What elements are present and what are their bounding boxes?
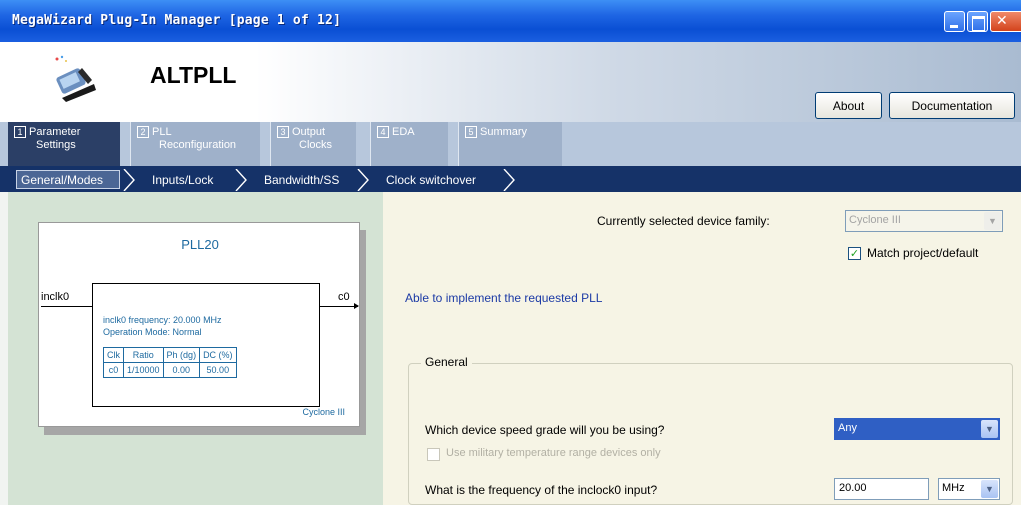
- speed-grade-select[interactable]: Any ▼: [834, 418, 1000, 440]
- wizard-header: ALTPLL About Documentation: [0, 42, 1021, 122]
- tab-sublabel: Reconfiguration: [159, 139, 237, 151]
- frequency-input[interactable]: 20.00: [834, 478, 929, 500]
- status-message: Able to implement the requested PLL: [405, 291, 603, 305]
- tab-number: 3: [277, 126, 289, 138]
- tab-number: 5: [465, 126, 477, 138]
- match-project-label: Match project/default: [867, 246, 979, 260]
- window-title: MegaWizard Plug-In Manager [page 1 of 12…: [12, 13, 342, 28]
- subtab-general-modes[interactable]: General/Modes: [16, 170, 120, 189]
- chevron-right-icon: [357, 169, 369, 191]
- device-family-select[interactable]: Cyclone III ▼: [845, 210, 1003, 232]
- table-header-cell: DC (%): [199, 347, 237, 363]
- chevron-right-icon: [235, 169, 247, 191]
- military-temp-label: Use military temperature range devices o…: [446, 447, 661, 459]
- military-temp-checkbox[interactable]: [427, 448, 440, 461]
- title-bar: MegaWizard Plug-In Manager [page 1 of 12…: [0, 0, 1021, 42]
- table-row: c0 1/10000 0.00 50.00: [103, 362, 237, 378]
- pll-instance-name: PLL20: [181, 237, 219, 252]
- device-family-label: Cyclone III: [302, 407, 345, 417]
- diagram-panel: PLL20 inclk0 c0 inclk0 frequency: 20.000…: [0, 192, 383, 505]
- output-wire: [320, 303, 359, 309]
- chevron-right-icon: [503, 169, 515, 191]
- frequency-question: What is the frequency of the inclock0 in…: [425, 483, 658, 497]
- input-frequency-text: inclk0 frequency: 20.000 MHz: [103, 315, 222, 325]
- tab-output-clocks[interactable]: 3 Output Clocks: [270, 122, 356, 166]
- tab-label: PLL: [152, 126, 172, 138]
- input-port-label: inclk0: [41, 291, 70, 303]
- chevron-down-icon: ▼: [981, 480, 998, 498]
- device-family-prompt: Currently selected device family:: [597, 214, 770, 228]
- tab-eda[interactable]: 4 EDA: [370, 122, 448, 166]
- tab-label: Summary: [480, 126, 528, 138]
- subtab-bandwidth-ss[interactable]: Bandwidth/SS: [264, 170, 339, 189]
- operation-mode-text: Operation Mode: Normal: [103, 327, 202, 337]
- chevron-down-icon: ▼: [984, 212, 1001, 230]
- frequency-unit-value: MHz: [942, 482, 965, 494]
- wizard-logo-icon: [55, 55, 96, 102]
- table-header-cell: Ph (dg): [162, 347, 201, 363]
- table-cell: 0.00: [162, 362, 201, 378]
- clock-table: Clk Ratio Ph (dg) DC (%) c0 1/10000 0.00…: [103, 347, 237, 378]
- tab-label: Parameter: [29, 126, 81, 138]
- speed-grade-question: Which device speed grade will you be usi…: [425, 423, 665, 437]
- subtab-clock-switchover[interactable]: Clock switchover: [386, 170, 476, 189]
- match-project-checkbox[interactable]: ✓: [848, 247, 861, 260]
- chevron-right-icon: [123, 169, 135, 191]
- settings-panel: Currently selected device family: Cyclon…: [383, 192, 1021, 505]
- table-cell: 1/10000: [123, 362, 164, 378]
- tab-label: EDA: [392, 126, 415, 138]
- tab-pll-reconfiguration[interactable]: 2 PLL Reconfiguration: [130, 122, 260, 166]
- group-title: General: [421, 355, 472, 369]
- tab-summary[interactable]: 5 Summary: [458, 122, 562, 166]
- table-header-cell: Clk: [103, 347, 124, 363]
- chevron-down-icon: ▼: [981, 420, 998, 438]
- about-button[interactable]: About: [815, 92, 882, 119]
- minimize-button[interactable]: [944, 11, 965, 32]
- tab-sublabel: Settings: [36, 139, 76, 151]
- tab-sublabel: Clocks: [299, 139, 333, 151]
- page-tabs: 1 Parameter Settings 2 PLL Reconfiguration…: [0, 122, 1021, 166]
- table-header-row: Clk Ratio Ph (dg) DC (%): [103, 347, 237, 363]
- table-cell: c0: [103, 362, 124, 378]
- frequency-unit-select[interactable]: MHz ▼: [938, 478, 1000, 500]
- pll-diagram: PLL20 inclk0 c0 inclk0 frequency: 20.000…: [38, 222, 360, 427]
- maximize-button[interactable]: [967, 11, 988, 32]
- output-port-label: c0: [338, 291, 350, 303]
- tab-parameter-settings[interactable]: 1 Parameter Settings: [8, 122, 120, 166]
- device-family-value: Cyclone III: [849, 214, 901, 226]
- sub-tabs: General/Modes Inputs/Lock Bandwidth/SS C…: [0, 166, 1021, 192]
- documentation-button[interactable]: Documentation: [889, 92, 1015, 119]
- subtab-inputs-lock[interactable]: Inputs/Lock: [152, 170, 213, 189]
- tab-number: 2: [137, 126, 149, 138]
- tab-number: 1: [14, 126, 26, 138]
- pll-block: [92, 283, 320, 407]
- table-header-cell: Ratio: [123, 347, 164, 363]
- table-cell: 50.00: [199, 362, 237, 378]
- tab-number: 4: [377, 126, 389, 138]
- input-wire: [41, 306, 92, 307]
- close-button[interactable]: [990, 11, 1021, 32]
- app-name: ALTPLL: [150, 62, 237, 88]
- tab-label: Output: [292, 126, 326, 138]
- speed-grade-value: Any: [838, 422, 857, 434]
